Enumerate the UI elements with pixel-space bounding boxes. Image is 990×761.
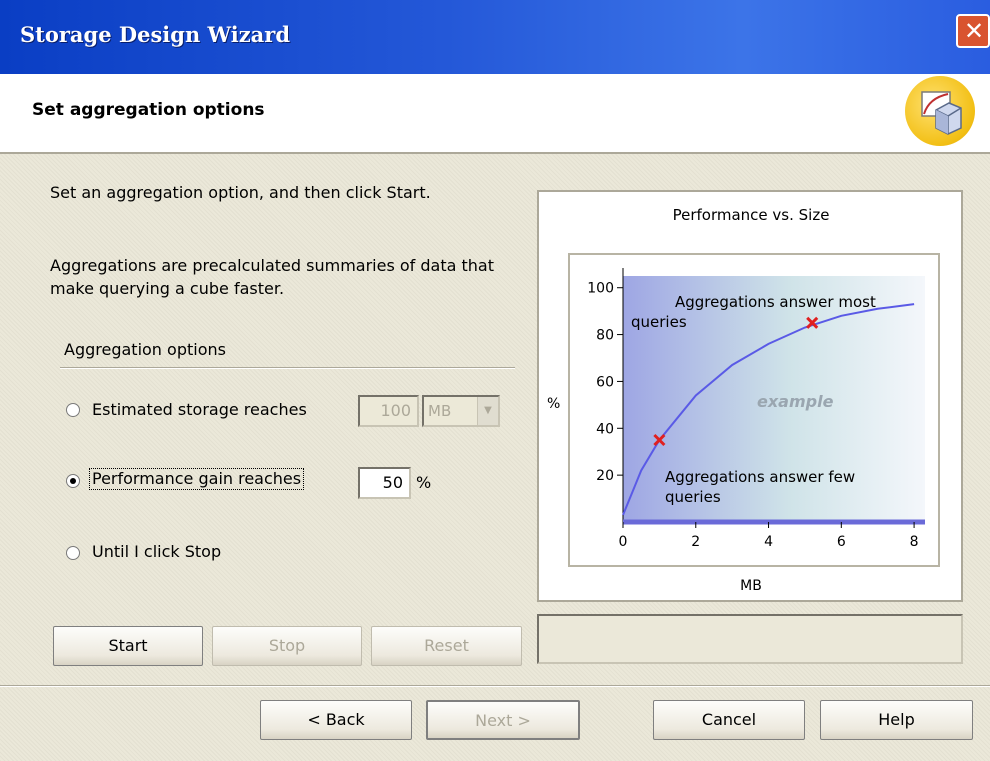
annotation-most-2: queries [631, 313, 687, 331]
performance-chart: Performance vs. Size 0 2 4 6 8 20 40 60 80 100 Ag… [547, 206, 940, 594]
estimated-storage-label[interactable]: Estimated storage reaches [92, 400, 307, 419]
annotation-few-2: queries [665, 488, 721, 506]
x-tick-label: 2 [691, 534, 700, 550]
y-tick-label: 40 [596, 421, 614, 437]
help-button[interactable]: Help [820, 700, 973, 740]
wizard-header: Set aggregation options [0, 74, 990, 154]
back-button[interactable]: < Back [260, 700, 412, 740]
group-divider [60, 367, 515, 369]
x-axis-label: MB [740, 578, 762, 594]
close-icon: ✕ [964, 17, 985, 45]
page-title: Set aggregation options [32, 100, 265, 120]
title-bar: Storage Design Wizard ✕ [0, 0, 990, 74]
chevron-down-icon: ▼ [477, 397, 498, 425]
until-stop-radio[interactable] [66, 546, 80, 560]
performance-gain-radio[interactable] [66, 474, 80, 488]
storage-value-field[interactable]: 100 [358, 395, 419, 427]
until-stop-label[interactable]: Until I click Stop [92, 542, 221, 561]
y-tick-label: 60 [596, 374, 614, 390]
start-button[interactable]: Start [53, 626, 203, 666]
chart-panel: Performance vs. Size 0 2 4 6 8 20 40 60 80 100 Ag… [537, 190, 963, 602]
stop-button[interactable]: Stop [212, 626, 362, 666]
window-title: Storage Design Wizard [20, 22, 291, 47]
next-button[interactable]: Next > [426, 700, 580, 740]
close-button[interactable]: ✕ [956, 14, 990, 48]
x-tick-label: 8 [910, 534, 919, 550]
description-line-2: make querying a cube faster. [50, 279, 285, 298]
reset-button[interactable]: Reset [371, 626, 522, 666]
y-tick-label: 80 [596, 328, 614, 344]
storage-unit-value: MB [428, 402, 452, 420]
estimated-storage-radio[interactable] [66, 403, 80, 417]
annotation-most-1: Aggregations answer most [675, 293, 876, 311]
percent-unit-label: % [416, 473, 432, 492]
footer-divider [0, 685, 990, 687]
y-axis-label: % [547, 396, 560, 412]
wizard-cube-chart-icon [905, 76, 975, 146]
performance-gain-label[interactable]: Performance gain reaches [88, 468, 305, 490]
example-watermark: example [757, 392, 834, 411]
storage-unit-select[interactable]: MB ▼ [422, 395, 500, 427]
annotation-few-1: Aggregations answer few [665, 468, 855, 486]
performance-value-field[interactable]: 50 [358, 467, 411, 499]
intro-text: Set an aggregation option, and then clic… [50, 183, 431, 202]
chart-title: Performance vs. Size [673, 206, 830, 224]
status-area [537, 614, 963, 664]
x-tick-label: 4 [764, 534, 773, 550]
x-tick-label: 6 [837, 534, 846, 550]
y-tick-label: 100 [587, 281, 614, 297]
y-tick-label: 20 [596, 468, 614, 484]
description-line-1: Aggregations are precalculated summaries… [50, 256, 495, 275]
x-tick-label: 0 [619, 534, 628, 550]
cancel-button[interactable]: Cancel [653, 700, 805, 740]
aggregation-options-label: Aggregation options [64, 340, 226, 359]
